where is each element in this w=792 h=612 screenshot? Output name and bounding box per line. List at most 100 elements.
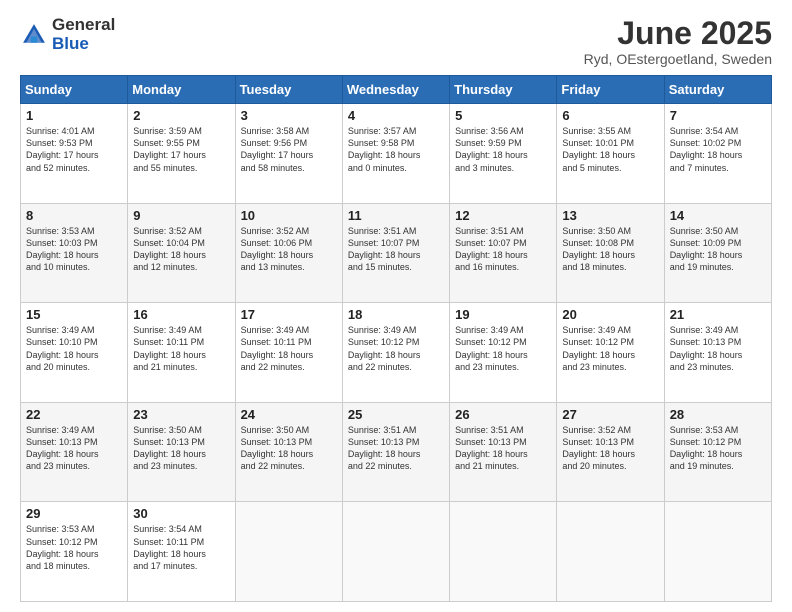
- table-row: 29Sunrise: 3:53 AM Sunset: 10:12 PM Dayl…: [21, 502, 128, 602]
- day-number: 27: [562, 407, 658, 422]
- day-info: Sunrise: 3:53 AM Sunset: 10:03 PM Daylig…: [26, 225, 122, 274]
- day-number: 26: [455, 407, 551, 422]
- table-row: 6 Sunrise: 3:55 AM Sunset: 10:01 PM Dayli…: [557, 104, 664, 204]
- logo-text: General Blue: [52, 16, 115, 53]
- table-row: 26 Sunrise: 3:51 AM Sunset: 10:13 PM Dayl…: [450, 402, 557, 502]
- day-info: Sunrise: 3:51 AM Sunset: 10:13 PM Daylig…: [455, 424, 551, 473]
- table-row: 21Sunrise: 3:49 AM Sunset: 10:13 PM Dayl…: [664, 303, 771, 403]
- day-info: Sunrise: 3:58 AM Sunset: 9:56 PM Dayligh…: [241, 125, 337, 174]
- day-number: 19: [455, 307, 551, 322]
- day-number: 17: [241, 307, 337, 322]
- day-info: Sunrise: 3:50 AM Sunset: 10:09 PM Daylig…: [670, 225, 766, 274]
- day-number: 18: [348, 307, 444, 322]
- logo-general-text: General: [52, 16, 115, 35]
- calendar: Sunday Monday Tuesday Wednesday Thursday…: [20, 75, 772, 602]
- day-number: 30: [133, 506, 229, 521]
- table-row: 2 Sunrise: 3:59 AM Sunset: 9:55 PM Daylig…: [128, 104, 235, 204]
- day-info: Sunrise: 3:49 AM Sunset: 10:11 PM Daylig…: [241, 324, 337, 373]
- day-number: 9: [133, 208, 229, 223]
- week-row-5: 29Sunrise: 3:53 AM Sunset: 10:12 PM Dayl…: [21, 502, 772, 602]
- day-number: 1: [26, 108, 122, 123]
- day-number: 5: [455, 108, 551, 123]
- day-info: Sunrise: 3:49 AM Sunset: 10:13 PM Daylig…: [670, 324, 766, 373]
- day-info: Sunrise: 3:50 AM Sunset: 10:08 PM Daylig…: [562, 225, 658, 274]
- day-info: Sunrise: 3:49 AM Sunset: 10:11 PM Daylig…: [133, 324, 229, 373]
- day-number: 6: [562, 108, 658, 123]
- day-info: Sunrise: 3:50 AM Sunset: 10:13 PM Daylig…: [133, 424, 229, 473]
- table-row: 14 Sunrise: 3:50 AM Sunset: 10:09 PM Dayl…: [664, 203, 771, 303]
- table-row: 3Sunrise: 3:58 AM Sunset: 9:56 PM Daylig…: [235, 104, 342, 204]
- day-info: Sunrise: 3:49 AM Sunset: 10:10 PM Daylig…: [26, 324, 122, 373]
- col-thursday: Thursday: [450, 76, 557, 104]
- table-row: 19 Sunrise: 3:49 AM Sunset: 10:12 PM Dayl…: [450, 303, 557, 403]
- table-row: 17 Sunrise: 3:49 AM Sunset: 10:11 PM Dayl…: [235, 303, 342, 403]
- day-info: Sunrise: 3:55 AM Sunset: 10:01 PM Daylig…: [562, 125, 658, 174]
- col-tuesday: Tuesday: [235, 76, 342, 104]
- day-info: Sunrise: 3:54 AM Sunset: 10:02 PM Daylig…: [670, 125, 766, 174]
- logo: General Blue: [20, 16, 115, 53]
- day-info: Sunrise: 4:01 AM Sunset: 9:53 PM Dayligh…: [26, 125, 122, 174]
- day-info: Sunrise: 3:51 AM Sunset: 10:07 PM Daylig…: [455, 225, 551, 274]
- table-row: 12 Sunrise: 3:51 AM Sunset: 10:07 PM Dayl…: [450, 203, 557, 303]
- table-row: [557, 502, 664, 602]
- day-info: Sunrise: 3:56 AM Sunset: 9:59 PM Dayligh…: [455, 125, 551, 174]
- day-number: 4: [348, 108, 444, 123]
- calendar-header-row: Sunday Monday Tuesday Wednesday Thursday…: [21, 76, 772, 104]
- day-number: 29: [26, 506, 122, 521]
- table-row: 10Sunrise: 3:52 AM Sunset: 10:06 PM Dayl…: [235, 203, 342, 303]
- day-number: 12: [455, 208, 551, 223]
- table-row: 9 Sunrise: 3:52 AM Sunset: 10:04 PM Dayli…: [128, 203, 235, 303]
- day-number: 14: [670, 208, 766, 223]
- table-row: 27 Sunrise: 3:52 AM Sunset: 10:13 PM Dayl…: [557, 402, 664, 502]
- page: General Blue June 2025 Ryd, OEstergoetla…: [0, 0, 792, 612]
- table-row: 25 Sunrise: 3:51 AM Sunset: 10:13 PM Dayl…: [342, 402, 449, 502]
- day-number: 22: [26, 407, 122, 422]
- col-friday: Friday: [557, 76, 664, 104]
- main-title: June 2025: [584, 16, 772, 51]
- day-number: 8: [26, 208, 122, 223]
- logo-icon: [20, 21, 48, 49]
- table-row: [342, 502, 449, 602]
- subtitle: Ryd, OEstergoetland, Sweden: [584, 51, 772, 67]
- table-row: 1 Sunrise: 4:01 AM Sunset: 9:53 PM Daylig…: [21, 104, 128, 204]
- day-number: 13: [562, 208, 658, 223]
- day-info: Sunrise: 3:51 AM Sunset: 10:13 PM Daylig…: [348, 424, 444, 473]
- table-row: 23Sunrise: 3:50 AM Sunset: 10:13 PM Dayl…: [128, 402, 235, 502]
- table-row: 20Sunrise: 3:49 AM Sunset: 10:12 PM Dayl…: [557, 303, 664, 403]
- day-number: 16: [133, 307, 229, 322]
- day-number: 24: [241, 407, 337, 422]
- logo-blue-text: Blue: [52, 35, 115, 54]
- day-number: 11: [348, 208, 444, 223]
- table-row: 13 Sunrise: 3:50 AM Sunset: 10:08 PM Dayl…: [557, 203, 664, 303]
- day-info: Sunrise: 3:49 AM Sunset: 10:13 PM Daylig…: [26, 424, 122, 473]
- col-monday: Monday: [128, 76, 235, 104]
- title-block: June 2025 Ryd, OEstergoetland, Sweden: [584, 16, 772, 67]
- day-info: Sunrise: 3:50 AM Sunset: 10:13 PM Daylig…: [241, 424, 337, 473]
- table-row: 5 Sunrise: 3:56 AM Sunset: 9:59 PM Daylig…: [450, 104, 557, 204]
- week-row-4: 22 Sunrise: 3:49 AM Sunset: 10:13 PM Dayl…: [21, 402, 772, 502]
- table-row: 15 Sunrise: 3:49 AM Sunset: 10:10 PM Dayl…: [21, 303, 128, 403]
- week-row-1: 1 Sunrise: 4:01 AM Sunset: 9:53 PM Daylig…: [21, 104, 772, 204]
- table-row: 7Sunrise: 3:54 AM Sunset: 10:02 PM Dayli…: [664, 104, 771, 204]
- table-row: [235, 502, 342, 602]
- day-number: 28: [670, 407, 766, 422]
- day-info: Sunrise: 3:49 AM Sunset: 10:12 PM Daylig…: [348, 324, 444, 373]
- day-info: Sunrise: 3:52 AM Sunset: 10:13 PM Daylig…: [562, 424, 658, 473]
- table-row: 11Sunrise: 3:51 AM Sunset: 10:07 PM Dayl…: [342, 203, 449, 303]
- table-row: [450, 502, 557, 602]
- day-info: Sunrise: 3:49 AM Sunset: 10:12 PM Daylig…: [455, 324, 551, 373]
- day-info: Sunrise: 3:52 AM Sunset: 10:06 PM Daylig…: [241, 225, 337, 274]
- table-row: [664, 502, 771, 602]
- day-number: 20: [562, 307, 658, 322]
- day-number: 25: [348, 407, 444, 422]
- day-info: Sunrise: 3:59 AM Sunset: 9:55 PM Dayligh…: [133, 125, 229, 174]
- day-number: 15: [26, 307, 122, 322]
- table-row: 4 Sunrise: 3:57 AM Sunset: 9:58 PM Daylig…: [342, 104, 449, 204]
- day-info: Sunrise: 3:54 AM Sunset: 10:11 PM Daylig…: [133, 523, 229, 572]
- col-saturday: Saturday: [664, 76, 771, 104]
- day-info: Sunrise: 3:52 AM Sunset: 10:04 PM Daylig…: [133, 225, 229, 274]
- col-sunday: Sunday: [21, 76, 128, 104]
- table-row: 28Sunrise: 3:53 AM Sunset: 10:12 PM Dayl…: [664, 402, 771, 502]
- day-number: 2: [133, 108, 229, 123]
- day-info: Sunrise: 3:57 AM Sunset: 9:58 PM Dayligh…: [348, 125, 444, 174]
